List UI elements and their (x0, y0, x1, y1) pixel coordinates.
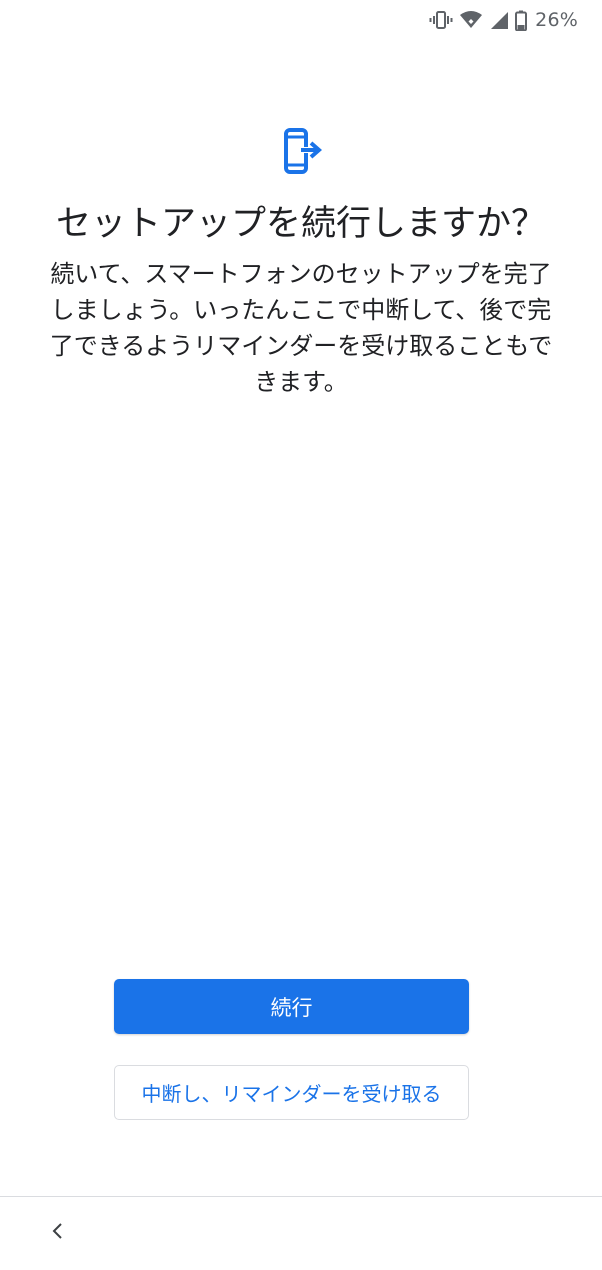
page-description: 続いて、スマートフォンのセットアップを完了しましょう。いったんここで中断して、後… (49, 260, 553, 396)
pause-and-remind-button[interactable]: 中断し、リマインダーを受け取る (114, 1065, 469, 1120)
status-bar: 26% (0, 0, 602, 40)
chevron-left-icon (50, 1221, 64, 1245)
phone-exit-icon (282, 128, 323, 174)
nav-divider (0, 1196, 602, 1197)
status-icons: 26% (429, 9, 578, 31)
vibrate-icon (429, 10, 453, 30)
battery-icon (515, 10, 528, 31)
cell-signal-icon (489, 10, 509, 30)
back-button[interactable] (38, 1213, 76, 1253)
page-title: セットアップを続行しますか？ (55, 204, 546, 244)
battery-percent: 26% (535, 9, 578, 31)
wifi-icon (459, 10, 483, 30)
continue-button[interactable]: 続行 (114, 979, 469, 1034)
